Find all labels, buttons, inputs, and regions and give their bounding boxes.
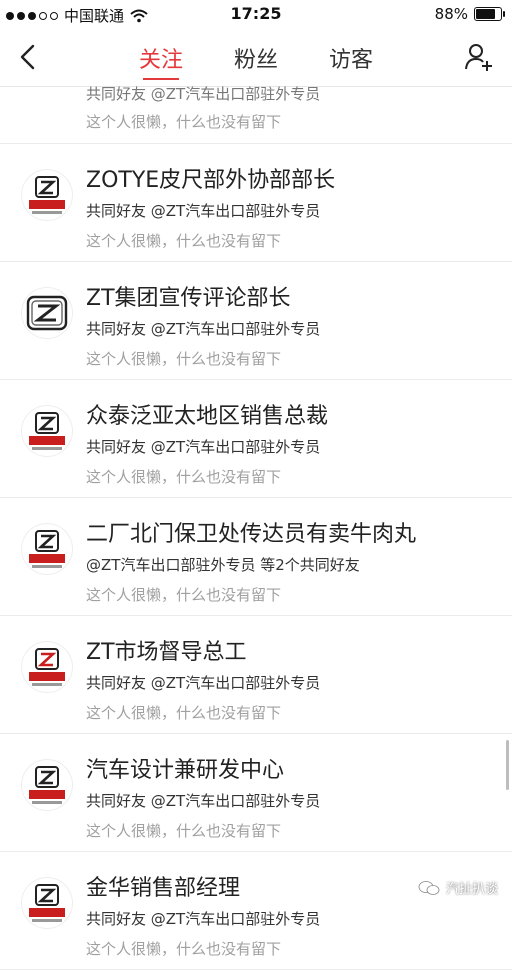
mutual-friends: 共同好友 @ZT汽车出口部驻外专员 xyxy=(86,85,321,103)
user-bio: 这个人很懒，什么也没有留下 xyxy=(86,704,282,722)
mutual-friends: 共同好友 @ZT汽车出口部驻外专员 xyxy=(86,792,321,810)
mutual-friends: @ZT汽车出口部驻外专员 等2个共同好友 xyxy=(86,556,360,574)
avatar[interactable] xyxy=(22,406,72,456)
user-name[interactable]: 二厂北门保卫处传达员有卖牛肉丸 xyxy=(86,516,416,548)
avatar[interactable] xyxy=(22,170,72,220)
tab-following[interactable]: 关注 xyxy=(139,42,183,80)
mutual-friends: 共同好友 @ZT汽车出口部驻外专员 xyxy=(86,438,321,456)
status-bar: 中国联通 17:25 88% xyxy=(0,0,512,30)
tab-visitors[interactable]: 访客 xyxy=(329,42,373,80)
avatar[interactable] xyxy=(22,642,72,692)
avatar[interactable] xyxy=(22,760,72,810)
tab-bar: 关注 粉丝 访客 xyxy=(0,42,512,80)
list-item[interactable]: ZT市场督导总工共同好友 @ZT汽车出口部驻外专员 这个人很懒，什么也没有留下 xyxy=(0,616,512,734)
battery-icon xyxy=(474,7,505,21)
mutual-friends: 共同好友 @ZT汽车出口部驻外专员 xyxy=(86,202,321,220)
tab-fans[interactable]: 粉丝 xyxy=(234,42,278,80)
user-name[interactable]: 汽车设计兼研发中心 xyxy=(86,752,284,784)
user-name[interactable]: ZOTYE皮尺部外协部部长 xyxy=(86,162,335,194)
user-bio: 这个人很懒，什么也没有留下 xyxy=(86,822,282,840)
list-item[interactable]: ZOTYE皮尺部外协部部长共同好友 @ZT汽车出口部驻外专员 这个人很懒，什么也没… xyxy=(0,144,512,262)
mutual-friends: 共同好友 @ZT汽车出口部驻外专员 xyxy=(86,674,321,692)
watermark: 汽扯扒谈 xyxy=(418,878,498,897)
list-item[interactable]: 二厂北门保卫处传达员有卖牛肉丸 @ZT汽车出口部驻外专员 等2个共同好友 这个人很懒… xyxy=(0,498,512,616)
user-bio: 这个人很懒，什么也没有留下 xyxy=(86,113,282,131)
user-name[interactable]: 金华销售部经理 xyxy=(86,870,240,902)
add-user-icon[interactable] xyxy=(464,42,494,72)
watermark-text: 汽扯扒谈 xyxy=(445,882,498,897)
avatar[interactable] xyxy=(22,288,72,338)
battery-percentage: 88% xyxy=(434,5,468,23)
user-name[interactable]: 众泰泛亚太地区销售总裁 xyxy=(86,398,328,430)
following-list: 共同好友 @ZT汽车出口部驻外专员 这个人很懒，什么也没有留下 ZOTYE皮尺部… xyxy=(0,85,512,970)
user-bio: 这个人很懒，什么也没有留下 xyxy=(86,350,282,368)
user-bio: 这个人很懒，什么也没有留下 xyxy=(86,232,282,250)
user-bio: 这个人很懒，什么也没有留下 xyxy=(86,586,282,604)
battery-fill xyxy=(476,9,495,19)
user-bio: 这个人很懒，什么也没有留下 xyxy=(86,468,282,486)
mutual-friends: 共同好友 @ZT汽车出口部驻外专员 xyxy=(86,910,321,928)
status-right: 88% xyxy=(434,5,505,23)
nav-bar: 关注 粉丝 访客 xyxy=(0,30,512,87)
list-item-partial[interactable]: 共同好友 @ZT汽车出口部驻外专员 这个人很懒，什么也没有留下 xyxy=(0,85,512,144)
user-name[interactable]: ZT集团宣传评论部长 xyxy=(86,280,291,312)
list-item[interactable]: 金华销售部经理共同好友 @ZT汽车出口部驻外专员 这个人很懒，什么也没有留下 xyxy=(0,852,512,970)
user-bio: 这个人很懒，什么也没有留下 xyxy=(86,940,282,958)
avatar[interactable] xyxy=(22,524,72,574)
user-name[interactable]: ZT市场督导总工 xyxy=(86,634,247,666)
list-item[interactable]: 众泰泛亚太地区销售总裁共同好友 @ZT汽车出口部驻外专员 这个人很懒，什么也没有留… xyxy=(0,380,512,498)
list-item[interactable]: ZT集团宣传评论部长共同好友 @ZT汽车出口部驻外专员 这个人很懒，什么也没有留下 xyxy=(0,262,512,380)
mutual-friends: 共同好友 @ZT汽车出口部驻外专员 xyxy=(86,320,321,338)
scrollbar[interactable] xyxy=(506,740,509,790)
wechat-icon xyxy=(418,880,440,895)
list-item[interactable]: 汽车设计兼研发中心共同好友 @ZT汽车出口部驻外专员 这个人很懒，什么也没有留下 xyxy=(0,734,512,852)
avatar[interactable] xyxy=(22,878,72,928)
